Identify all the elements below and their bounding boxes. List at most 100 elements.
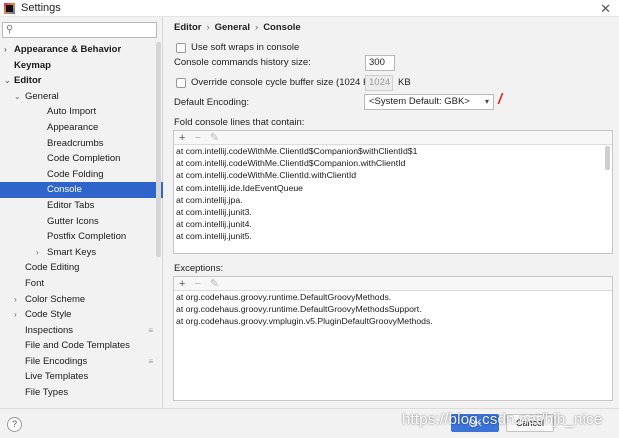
sidebar-item-label: Postfix Completion [47,231,127,243]
sidebar-item-label: General [25,90,59,102]
chevron-right-icon[interactable]: › [36,245,39,261]
exceptions-list: at org.codehaus.groovy.runtime.DefaultGr… [174,291,612,328]
remove-icon[interactable]: − [194,132,200,144]
fold-line-item[interactable]: at com.intellij.jpa. [174,194,612,206]
sidebar-item-color-scheme[interactable]: › Color Scheme [0,292,163,308]
edit-icon[interactable]: ✎ [210,278,219,290]
add-icon[interactable]: + [179,132,185,144]
chevron-down-icon[interactable]: ⌄ [4,73,11,89]
fold-line-item[interactable]: at com.intellij.junit5. [174,230,612,242]
chevron-down-icon: ▾ [484,97,489,106]
sidebar-item-label: Editor [14,75,42,87]
window-titlebar: Settings ✕ [0,0,619,17]
exceptions-toolbar: + − ✎ [174,277,612,291]
exceptions-label: Exceptions: [174,263,224,274]
fold-lines-list: at com.intellij.codeWithMe.ClientId$Comp… [174,145,612,243]
fold-line-item[interactable]: at com.intellij.junit3. [174,206,612,218]
sidebar-item-label: Editor Tabs [47,199,95,211]
fold-line-item[interactable]: at com.intellij.codeWithMe.ClientId$Comp… [174,157,612,169]
fold-line-item[interactable]: at com.intellij.junit4. [174,218,612,230]
sidebar-item-label: Code Folding [47,168,104,180]
sidebar-item-code-editing[interactable]: Code Editing [0,260,163,276]
sidebar-item-inspections[interactable]: Inspections ≡ [0,323,163,339]
sidebar-item-label: Auto Import [47,106,97,118]
exceptions-panel: + − ✎ at org.codehaus.groovy.runtime.Def… [173,276,613,401]
sidebar-item-live-templates[interactable]: Live Templates [0,369,163,385]
breadcrumb-separator: › [206,22,210,33]
breadcrumb-general[interactable]: General [215,22,250,33]
sidebar-item-file-types[interactable]: File Types [0,385,163,401]
sidebar-item-label: Breadcrumbs [47,137,104,149]
soft-wraps-row: Use soft wraps in console [176,42,299,53]
sidebar-item-label: Console [47,184,82,196]
remove-icon[interactable]: − [194,278,200,290]
sidebar-item-label: Appearance [47,121,99,133]
default-encoding-label: Default Encoding: [174,97,249,108]
sidebar-item-gutter-icons[interactable]: Gutter Icons [0,214,163,230]
sidebar-item-appearance[interactable]: Appearance [0,120,163,136]
window-title: Settings [21,2,61,14]
history-size-field[interactable]: 300 [365,55,395,71]
sidebar-item-label: Font [25,277,45,289]
sidebar-scrollbar[interactable] [156,42,161,257]
sidebar-item-code-style[interactable]: › Code Style [0,307,163,323]
exception-line-item[interactable]: at org.codehaus.groovy.runtime.DefaultGr… [174,291,612,303]
sidebar-item-editor-tabs[interactable]: Editor Tabs [0,198,163,214]
add-icon[interactable]: + [179,278,185,290]
fold-line-item[interactable]: at com.intellij.ide.IdeEventQueue [174,182,612,194]
sidebar-item-file-encodings[interactable]: File Encodings ≡ [0,354,163,370]
fold-line-item[interactable]: at com.intellij.codeWithMe.ClientId.with… [174,169,612,181]
exception-line-item[interactable]: at org.codehaus.groovy.runtime.DefaultGr… [174,303,612,315]
default-encoding-select[interactable]: <System Default: GBK> ▾ [364,94,494,110]
sidebar-item-label: Code Style [25,309,72,321]
chevron-right-icon[interactable]: › [4,42,7,58]
history-size-row: Console commands history size: [174,57,311,68]
chevron-right-icon[interactable]: › [14,307,17,323]
sidebar-item-label: Gutter Icons [47,215,99,227]
chevron-down-icon[interactable]: ⌄ [14,89,21,105]
search-icon: ⚲ [6,24,14,35]
annotation-mark: / [498,91,503,108]
sidebar-item-label: Appearance & Behavior [14,44,122,55]
breadcrumb-editor[interactable]: Editor [174,22,201,33]
sidebar-item-postfix-completion[interactable]: Postfix Completion [0,229,163,245]
soft-wraps-checkbox[interactable] [176,42,186,53]
buffer-unit-label: KB [398,77,411,88]
intellij-app-icon [4,2,15,14]
chevron-right-icon[interactable]: › [14,292,17,308]
watermark-text: https://blog.csdn.net/hjb_nice [402,411,603,428]
sidebar-item-label: Keymap [14,59,51,71]
sidebar-item-label: File Types [25,387,69,399]
project-scope-icon: ≡ [148,356,153,366]
fold-line-item[interactable]: at com.intellij.codeWithMe.ClientId$Comp… [174,145,612,157]
settings-search-input[interactable]: ⚲ [2,22,157,38]
sidebar-item-code-folding[interactable]: Code Folding [0,167,163,183]
fold-lines-scrollbar[interactable] [605,146,610,170]
fold-lines-toolbar: + − ✎ [174,131,612,145]
sidebar-item-label: Code Completion [47,153,121,165]
breadcrumb: Editor › General › Console [174,22,301,33]
sidebar-item-font[interactable]: Font [0,276,163,292]
encoding-value: <System Default: GBK> [369,96,470,107]
help-icon[interactable]: ? [7,417,22,432]
sidebar-item-appearance-behavior[interactable]: › Appearance & Behavior [0,42,163,58]
sidebar-item-keymap[interactable]: Keymap [0,58,163,74]
sidebar-item-editor[interactable]: ⌄ Editor [0,73,163,89]
buffer-size-field[interactable]: 1024 [365,75,393,91]
sidebar-item-console[interactable]: Console [0,182,163,198]
sidebar-item-smart-keys[interactable]: › Smart Keys [0,245,163,261]
sidebar-item-label: Code Editing [25,262,80,274]
close-icon[interactable]: ✕ [600,0,611,17]
sidebar-item-auto-import[interactable]: Auto Import [0,104,163,120]
override-buffer-checkbox[interactable] [176,77,186,88]
sidebar-item-label: Smart Keys [47,246,97,258]
exception-line-item[interactable]: at org.codehaus.groovy.vmplugin.v5.Plugi… [174,315,612,327]
settings-sidebar: ⚲ › Appearance & Behavior Keymap ⌄ Editor ⌄ Ge… [0,17,163,408]
sidebar-item-code-completion[interactable]: Code Completion [0,151,163,167]
sidebar-item-general[interactable]: ⌄ General [0,89,163,105]
sidebar-item-breadcrumbs[interactable]: Breadcrumbs [0,136,163,152]
breadcrumb-separator: › [255,22,259,33]
edit-icon[interactable]: ✎ [210,132,219,144]
sidebar-item-file-and-code-templates[interactable]: File and Code Templates [0,338,163,354]
project-scope-icon: ≡ [148,325,153,335]
